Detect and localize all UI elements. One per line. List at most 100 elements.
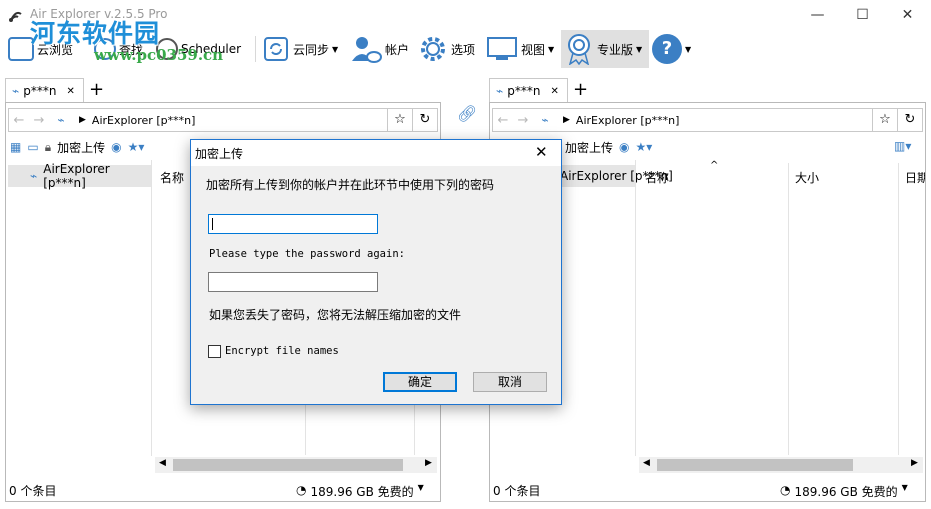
monitor-icon xyxy=(487,37,517,60)
right-tab[interactable]: ⌁ p***n ✕ xyxy=(489,78,568,103)
left-scroll-thumb[interactable] xyxy=(173,459,403,471)
sync-icon xyxy=(264,37,288,61)
forward-icon[interactable]: → xyxy=(29,113,49,128)
cloud-drive-icon: ⌁ xyxy=(496,84,504,98)
pro-dropdown-icon[interactable]: ▼ xyxy=(636,45,642,54)
award-ribbon-icon xyxy=(568,34,590,65)
right-col-name[interactable]: 名称 xyxy=(645,169,669,186)
pro-version-button[interactable]: 专业版 ▼ xyxy=(561,30,649,68)
sync-dropdown-icon[interactable]: ▼ xyxy=(332,45,338,54)
watermark-text: 河东软件园 xyxy=(30,19,161,48)
help-dropdown-icon[interactable]: ▼ xyxy=(685,45,691,54)
encrypt-names-checkbox[interactable] xyxy=(208,345,221,358)
left-status-free[interactable]: ◔ 189.96 GB 免费的 ▼ xyxy=(296,483,424,505)
minimize-button[interactable]: — xyxy=(795,0,840,30)
left-tree-divider xyxy=(151,160,152,456)
bookmark-star-icon[interactable]: ☆ xyxy=(872,109,897,131)
password-again-label: Please type the password again: xyxy=(209,248,405,260)
right-col-date[interactable]: 日期 xyxy=(905,169,925,186)
view-button[interactable]: 视图 ▼ xyxy=(486,30,554,68)
left-h-scrollbar[interactable]: ◀ ▶ xyxy=(155,457,437,473)
close-window-button[interactable]: ✕ xyxy=(885,0,930,30)
left-address-text[interactable]: AirExplorer [p***n] xyxy=(92,114,195,127)
right-scroll-thumb[interactable] xyxy=(657,459,853,471)
scroll-left-icon[interactable]: ◀ xyxy=(643,458,650,468)
left-tree-item-label: AirExplorer [p***n] xyxy=(43,162,110,190)
scroll-left-icon[interactable]: ◀ xyxy=(159,458,166,468)
path-arrow-icon: ▶ xyxy=(79,115,86,125)
right-status-count: 0 个条目 xyxy=(493,484,541,498)
back-icon[interactable]: ← xyxy=(493,113,513,128)
accounts-icon xyxy=(352,37,382,63)
dialog-title-bar xyxy=(191,140,561,166)
view-label: 视图 xyxy=(521,42,546,57)
refresh-icon[interactable]: ↻ xyxy=(412,109,437,131)
sync-label: 云同步 xyxy=(293,42,330,57)
layout-options-icon[interactable]: ▥▾ xyxy=(894,139,911,153)
cancel-button[interactable]: 取消 xyxy=(473,372,547,392)
dialog-close-button[interactable]: ✕ xyxy=(535,143,548,161)
scroll-right-icon[interactable]: ▶ xyxy=(911,458,918,468)
encrypt-upload-dialog: 加密上传 ✕ 加密所有上传到你的帐户并在此环节中使用下列的密码 Please t… xyxy=(190,139,562,405)
folder-icon[interactable]: ▭ xyxy=(27,140,38,154)
gear-icon xyxy=(421,37,445,61)
password-loss-warning: 如果您丢失了密码，您将无法解压缩加密的文件 xyxy=(209,308,462,322)
password-field[interactable] xyxy=(208,214,378,234)
left-free-space-label: 189.96 GB 免费的 xyxy=(310,485,414,499)
favorites-star-icon[interactable]: ★▾ xyxy=(636,140,653,154)
sync-button[interactable]: 云同步 ▼ xyxy=(262,30,338,68)
text-cursor xyxy=(212,218,213,230)
left-subtoolbar: ▦ ▭ 🔒︎ 加密上传 ◉ ★▾ xyxy=(10,135,144,159)
right-tree-item[interactable]: AirExplorer [p***n] xyxy=(560,165,673,187)
left-tab[interactable]: ⌁ p***n ✕ xyxy=(5,78,84,103)
options-label: 选项 xyxy=(451,42,476,57)
lock-icon: 🔒︎ xyxy=(44,139,52,154)
options-button[interactable]: 选项 xyxy=(418,30,475,68)
maximize-button[interactable]: ☐ xyxy=(840,0,885,30)
bookmark-star-icon[interactable]: ☆ xyxy=(387,109,412,131)
left-address-bar: ← → ⌁ ▶ AirExplorer [p***n] ☆ ↻ xyxy=(8,108,438,132)
eye-icon[interactable]: ◉ xyxy=(111,140,121,154)
app-logo-icon xyxy=(9,11,22,22)
favorites-star-icon[interactable]: ★▾ xyxy=(128,140,145,154)
refresh-icon[interactable]: ↻ xyxy=(897,109,922,131)
disk-usage-icon: ◔ xyxy=(296,483,307,497)
forward-icon[interactable]: → xyxy=(513,113,533,128)
right-subtoolbar: 加密上传 ◉ ★▾ xyxy=(565,135,652,159)
help-icon: ? xyxy=(652,34,682,64)
ok-button[interactable]: 确定 xyxy=(383,372,457,392)
encrypt-names-label[interactable]: Encrypt file names xyxy=(225,345,339,357)
left-encrypt-upload-button[interactable]: 加密上传 xyxy=(57,139,105,156)
path-arrow-icon: ▶ xyxy=(563,115,570,125)
free-space-dropdown-icon[interactable]: ▼ xyxy=(418,483,424,505)
help-button[interactable]: ? ▼ xyxy=(652,30,691,68)
right-address-text[interactable]: AirExplorer [p***n] xyxy=(576,114,679,127)
eye-icon[interactable]: ◉ xyxy=(619,140,629,154)
left-col-name[interactable]: 名称 xyxy=(160,169,184,186)
dialog-title: 加密上传 xyxy=(195,147,244,161)
view-dropdown-icon[interactable]: ▼ xyxy=(548,45,554,54)
back-icon[interactable]: ← xyxy=(9,113,29,128)
left-tab-label: p***n xyxy=(23,84,57,98)
tab-close-icon[interactable]: ✕ xyxy=(550,86,558,97)
right-new-tab-button[interactable]: + xyxy=(573,79,588,100)
right-h-scrollbar[interactable]: ◀ ▶ xyxy=(639,457,923,473)
password-again-field[interactable] xyxy=(208,272,378,292)
free-space-dropdown-icon[interactable]: ▼ xyxy=(902,483,908,505)
left-tree-item[interactable]: ⌁ AirExplorer [p***n] xyxy=(8,162,151,190)
right-col-size[interactable]: 大小 xyxy=(795,169,819,186)
left-new-tab-button[interactable]: + xyxy=(89,79,104,100)
cloud-drive-icon: ⌁ xyxy=(541,113,549,127)
right-status-free[interactable]: ◔ 189.96 GB 免费的 ▼ xyxy=(780,483,908,505)
right-encrypt-upload-button[interactable]: 加密上传 xyxy=(565,139,613,156)
tab-close-icon[interactable]: ✕ xyxy=(66,86,74,97)
tree-view-icon[interactable]: ▦ xyxy=(10,140,21,154)
link-panels-icon[interactable]: 🔗︎ xyxy=(457,104,477,123)
accounts-button[interactable]: 帐户 xyxy=(350,30,409,68)
cloud-drive-icon: ⌁ xyxy=(57,113,65,127)
right-free-space-label: 189.96 GB 免费的 xyxy=(794,485,898,499)
right-col-divider xyxy=(788,163,789,455)
sort-ascending-icon: ^ xyxy=(710,160,719,171)
scroll-right-icon[interactable]: ▶ xyxy=(425,458,432,468)
watermark-url: www.pc0359.cn xyxy=(94,46,224,64)
